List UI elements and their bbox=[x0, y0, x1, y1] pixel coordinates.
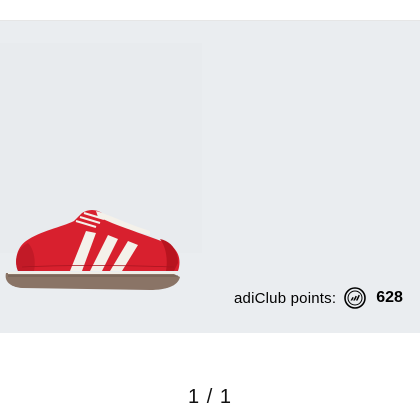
adiclub-points-label: adiClub points: bbox=[234, 289, 337, 307]
adiclub-points-value: 628 bbox=[376, 289, 403, 306]
product-image-tile[interactable] bbox=[0, 43, 202, 290]
product-gallery[interactable]: adiClub points: 628 bbox=[0, 21, 420, 333]
top-bar bbox=[0, 0, 420, 20]
adiclub-badge-icon bbox=[344, 287, 367, 309]
image-pager: 1 / 1 bbox=[188, 386, 232, 408]
adiclub-points[interactable]: adiClub points: 628 bbox=[234, 287, 403, 309]
product-image[interactable] bbox=[0, 173, 190, 295]
